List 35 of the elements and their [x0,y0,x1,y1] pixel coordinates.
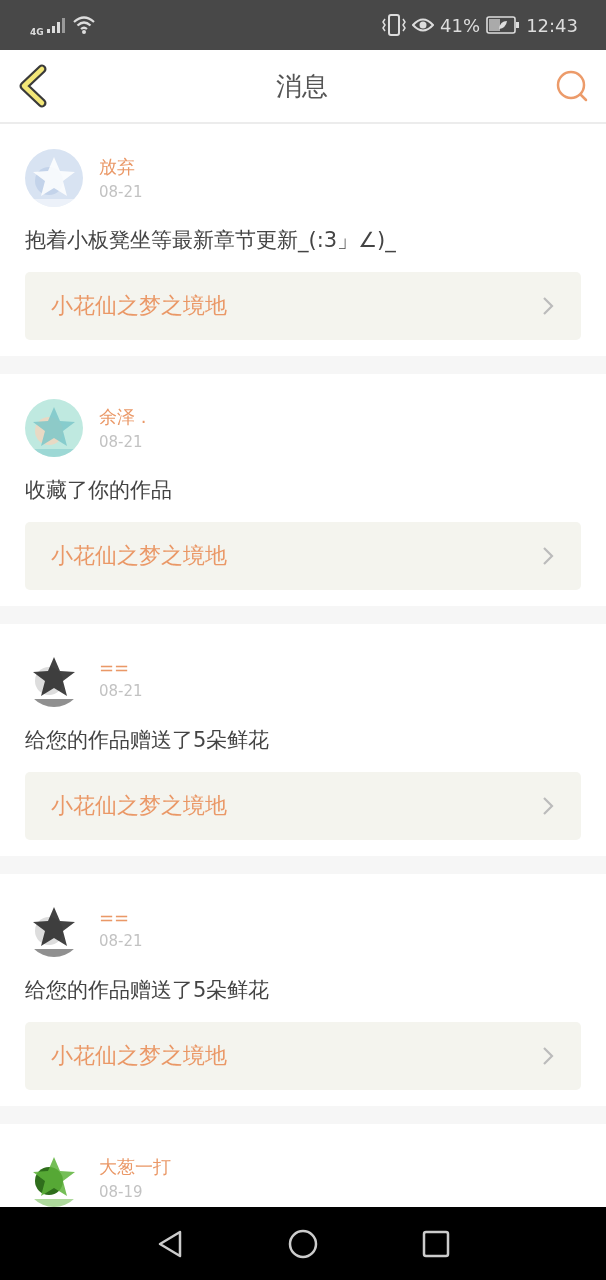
sender-name: 余泽 . [99,405,147,429]
battery-percent: 41% [440,14,481,36]
message-text: 给您的作品赠送了5朵鲜花 [25,727,271,754]
network-type: 4G [30,27,44,37]
recents-square-icon[interactable] [422,1229,450,1258]
work-link[interactable]: 小花仙之梦之境地 [25,272,581,340]
page-title: 消息 [276,69,328,103]
vibrate-icon [382,14,407,36]
message-text: 收藏了你的作品 [25,477,173,504]
sender-name: 大葱一打 [99,1155,171,1179]
eye-icon [412,17,435,33]
message-date: 08-21 [99,433,144,451]
sender-name: 放弃 [99,155,136,179]
clock: 12:43 [526,14,578,36]
chevron-right-icon [541,795,555,817]
signal-icon [45,16,66,34]
battery-icon [486,16,521,34]
work-link[interactable]: 小花仙之梦之境地 [25,522,581,590]
back-triangle-icon[interactable] [156,1228,184,1259]
search-icon [554,68,590,104]
message-date: 08-21 [99,183,143,201]
message-text: 抱着小板凳坐等最新章节更新_(:3」∠)_ [25,227,397,255]
wifi-icon [71,15,96,35]
sender-name: == [99,656,131,678]
chevron-right-icon [541,545,555,567]
message-date: 08-21 [99,931,143,950]
message-date: 08-21 [99,681,143,700]
sender-name: == [99,906,131,928]
message-text: 给您的作品赠送了5朵鲜花 [25,977,271,1004]
message-date: 08-19 [99,1183,144,1201]
work-link[interactable]: 小花仙之梦之境地 [25,1022,581,1090]
chevron-right-icon [541,1045,555,1067]
home-circle-icon[interactable] [288,1228,318,1259]
chevron-right-icon [541,295,555,317]
work-link[interactable]: 小花仙之梦之境地 [25,772,581,840]
